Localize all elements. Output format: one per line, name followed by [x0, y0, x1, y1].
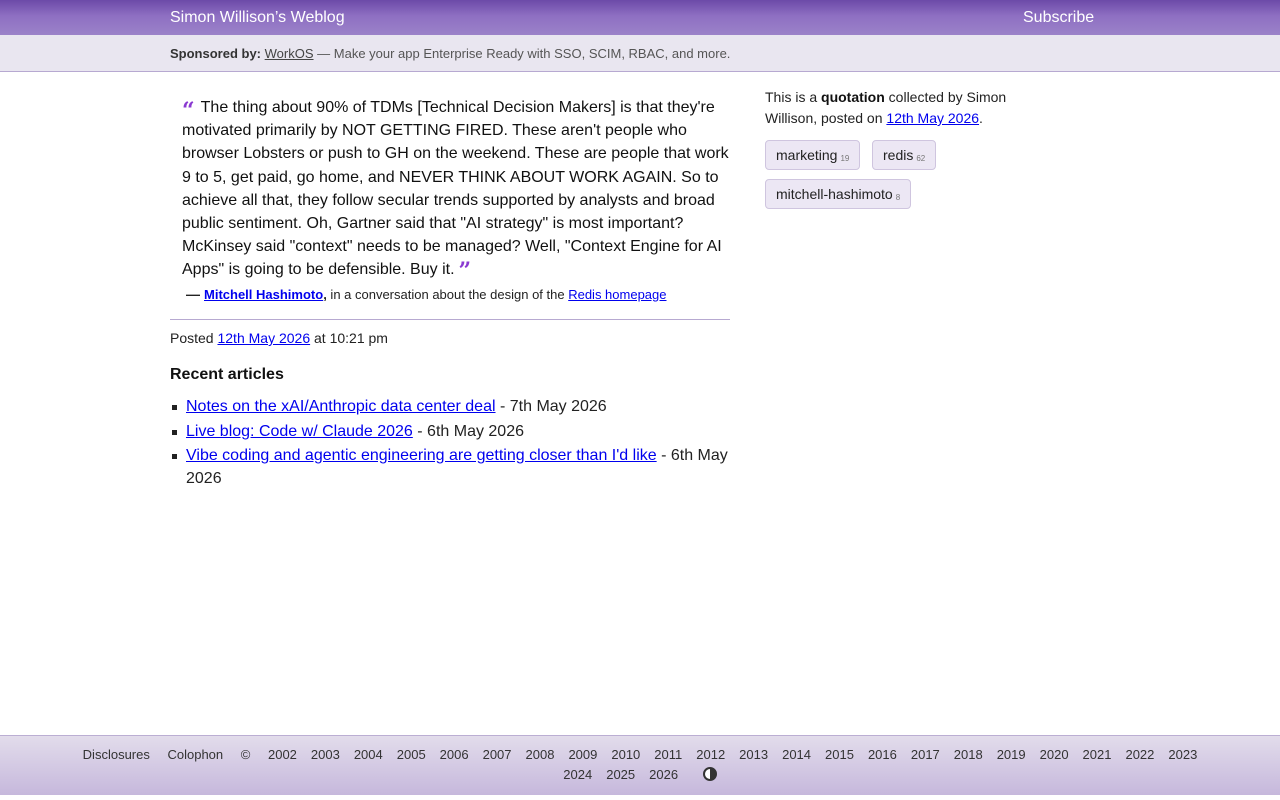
cite-context: in a conversation about the design of th… [326, 287, 569, 302]
year-link-2003[interactable]: 2003 [311, 747, 340, 762]
year-link-2002[interactable]: 2002 [268, 747, 297, 762]
site-header: Simon Willison’s Weblog Subscribe [0, 0, 1280, 35]
divider [170, 319, 730, 320]
year-link-2018[interactable]: 2018 [954, 747, 983, 762]
posted-line: Posted 12th May 2026 at 10:21 pm [170, 330, 388, 346]
disclosures-link[interactable]: Disclosures [83, 747, 150, 762]
recent-article-link[interactable]: Live blog: Code w/ Claude 2026 [186, 423, 413, 440]
copyright-symbol: © [240, 747, 251, 762]
year-link-2014[interactable]: 2014 [782, 747, 811, 762]
quotation-citation: — Mitchell Hashimoto, in a conversation a… [186, 286, 667, 302]
colophon-link[interactable]: Colophon [167, 747, 223, 762]
tag-name: mitchell-hashimoto [776, 186, 893, 202]
recent-articles-list: Notes on the xAI/Anthropic data center d… [172, 395, 734, 492]
entry-metadata: This is a quotation collected by Simon W… [765, 87, 1045, 129]
meta-date-link[interactable]: 12th May 2026 [886, 110, 979, 126]
year-link-2019[interactable]: 2019 [997, 747, 1026, 762]
year-link-2022[interactable]: 2022 [1125, 747, 1154, 762]
tag-mitchell-hashimoto[interactable]: mitchell-hashimoto 8 [765, 179, 912, 209]
recent-article-link[interactable]: Vibe coding and agentic engineering are … [186, 447, 657, 464]
year-link-2005[interactable]: 2005 [397, 747, 426, 762]
recent-article-date: - 6th May 2026 [412, 422, 524, 440]
meta-type: quotation [821, 89, 885, 105]
year-link-2007[interactable]: 2007 [483, 747, 512, 762]
year-link-2004[interactable]: 2004 [354, 747, 383, 762]
recent-article-date: - 7th May 2026 [495, 398, 607, 415]
year-link-2020[interactable]: 2020 [1040, 747, 1069, 762]
contrast-icon[interactable] [702, 767, 717, 781]
year-link-2024[interactable]: 2024 [563, 767, 592, 782]
sponsor-link-workos[interactable]: WorkOS [265, 46, 314, 61]
year-link-2021[interactable]: 2021 [1083, 747, 1112, 762]
source-link[interactable]: Redis homepage [568, 287, 666, 302]
year-link-2006[interactable]: 2006 [440, 747, 469, 762]
site-footer: Disclosures Colophon © 2002 2003 2004 2005 2… [0, 735, 1280, 795]
sponsor-text: — Make your app Enterprise Ready with SS… [313, 46, 731, 61]
posted-prefix: Posted [170, 330, 218, 346]
footer-line-1: Disclosures Colophon © 2002 2003 2004 2005 2… [0, 747, 1280, 762]
year-link-2025[interactable]: 2025 [606, 767, 635, 782]
meta-prefix: This is a [765, 89, 822, 105]
year-link-2009[interactable]: 2009 [568, 747, 597, 762]
close-quote-icon: ” [458, 258, 472, 285]
footer-line-2: 2024 2025 2026 [0, 767, 1280, 782]
year-link-2012[interactable]: 2012 [696, 747, 725, 762]
list-item: Live blog: Code w/ Claude 2026 - 6th May… [172, 420, 734, 443]
open-quote-icon: “ [182, 98, 195, 124]
year-link-2026[interactable]: 2026 [649, 767, 678, 782]
footer-years-line-1: 2002 2003 2004 2005 2006 2007 2008 2009 2010 2011… [261, 747, 1204, 762]
tag-count: 19 [840, 154, 850, 163]
posted-time: at 10:21 pm [310, 330, 388, 346]
posted-date-link[interactable]: 12th May 2026 [217, 330, 310, 346]
year-link-2008[interactable]: 2008 [526, 747, 555, 762]
sponsor-bar: Sponsored by: WorkOS — Make your app Ent… [0, 35, 1280, 72]
meta-suffix: . [979, 110, 983, 126]
cite-dash: — [186, 286, 200, 302]
tag-count: 8 [895, 193, 901, 202]
sponsor-label: Sponsored by: [170, 46, 262, 61]
year-link-2017[interactable]: 2017 [911, 747, 940, 762]
tag-redis[interactable]: redis 62 [872, 140, 937, 170]
footer-years-line-2: 2024 2025 2026 [556, 767, 685, 782]
tag-marketing[interactable]: marketing 19 [765, 140, 861, 170]
year-link-2015[interactable]: 2015 [825, 747, 854, 762]
list-item: Notes on the xAI/Anthropic data center d… [172, 395, 734, 418]
year-link-2010[interactable]: 2010 [611, 747, 640, 762]
recent-articles-heading: Recent articles [170, 366, 284, 383]
year-link-2013[interactable]: 2013 [739, 747, 768, 762]
author-link[interactable]: Mitchell Hashimoto [204, 287, 323, 302]
year-link-2016[interactable]: 2016 [868, 747, 897, 762]
sponsor-message: Sponsored by: WorkOS — Make your app Ent… [170, 46, 730, 61]
subscribe-link[interactable]: Subscribe [1023, 9, 1094, 27]
tag-count: 62 [916, 154, 926, 163]
year-link-2023[interactable]: 2023 [1168, 747, 1197, 762]
list-item: Vibe coding and agentic engineering are … [172, 444, 734, 490]
quotation: “The thing about 90% of TDMs [Technical … [182, 96, 734, 282]
tag-name: marketing [776, 147, 838, 163]
year-link-2011[interactable]: 2011 [654, 747, 682, 762]
recent-article-link[interactable]: Notes on the xAI/Anthropic data center d… [186, 398, 496, 415]
quotation-text: The thing about 90% of TDMs [Technical D… [182, 99, 729, 279]
tag-name: redis [883, 147, 914, 163]
site-title-link[interactable]: Simon Willison’s Weblog [170, 9, 345, 27]
